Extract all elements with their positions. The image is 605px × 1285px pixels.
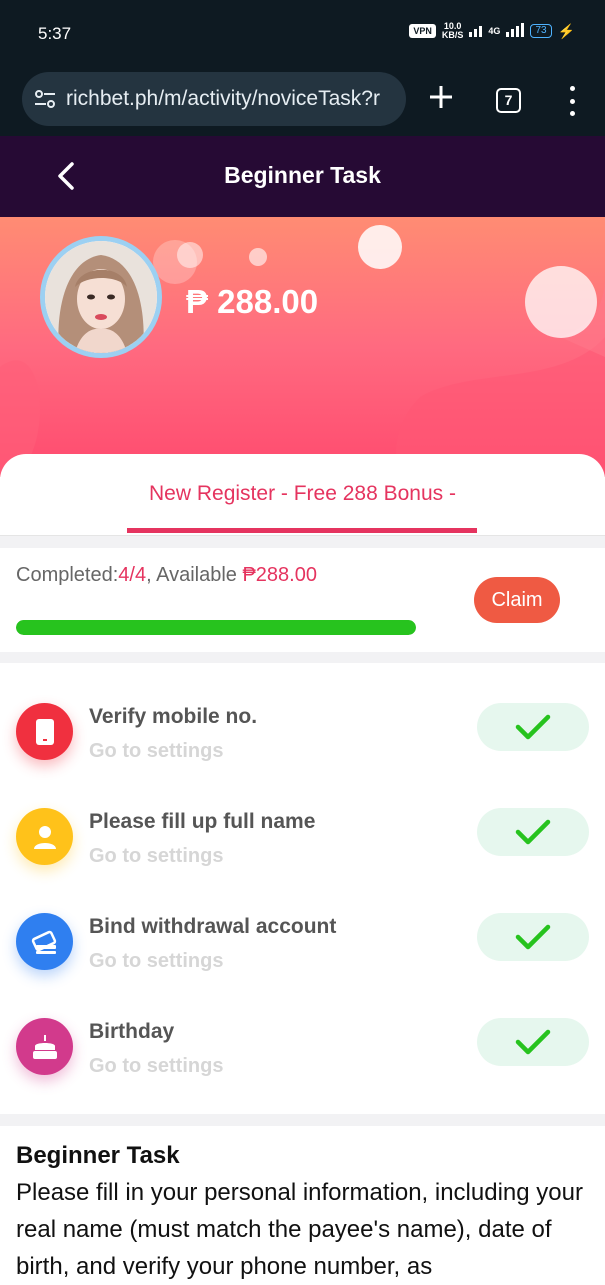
available-label: , Available xyxy=(146,564,243,586)
task-complete-badge xyxy=(477,808,589,856)
claim-button[interactable]: Claim xyxy=(474,577,560,623)
avatar-image xyxy=(45,241,157,353)
task-item-full-name[interactable]: Please fill up full name Go to settings xyxy=(0,768,605,872)
tab-switcher-icon[interactable]: 7 xyxy=(496,88,521,113)
section-divider xyxy=(0,536,605,548)
checkmark-icon xyxy=(515,1029,551,1055)
task-title: Please fill up full name xyxy=(89,810,316,833)
address-bar[interactable]: richbet.ph/m/activity/noviceTask?r xyxy=(22,72,406,126)
task-icon-badge xyxy=(16,703,73,760)
task-link[interactable]: Go to settings xyxy=(89,845,223,868)
battery-icon: 73 xyxy=(530,24,552,38)
task-item-verify-mobile[interactable]: Verify mobile no. Go to settings xyxy=(0,663,605,767)
description-title: Beginner Task xyxy=(16,1142,180,1169)
completed-label: Completed: xyxy=(16,564,119,586)
user-icon xyxy=(33,825,56,849)
url-text[interactable]: richbet.ph/m/activity/noviceTask?r xyxy=(66,87,380,111)
status-bar: 5:37 VPN 10.0 KB/S 4G 73 ⚡ xyxy=(0,0,605,64)
task-complete-badge xyxy=(477,703,589,751)
progress-summary: Completed:4/4, Available ₱288.00 xyxy=(16,564,317,587)
completed-value: 4/4 xyxy=(118,564,147,586)
status-time: 5:37 xyxy=(38,24,72,43)
network-speed-unit: KB/S xyxy=(441,30,464,40)
task-link[interactable]: Go to settings xyxy=(89,740,223,763)
description-body: Please fill in your personal information… xyxy=(16,1179,583,1280)
checkmark-icon xyxy=(515,924,551,950)
vpn-badge: VPN xyxy=(409,24,436,38)
task-complete-badge xyxy=(477,1018,589,1066)
status-indicators: VPN 10.0 KB/S 4G 73 ⚡ xyxy=(409,22,575,40)
task-icon-badge xyxy=(16,808,73,865)
task-icon-badge xyxy=(16,1018,73,1075)
task-item-withdrawal-account[interactable]: Bind withdrawal account Go to settings xyxy=(0,873,605,977)
task-tabs: New Register - Free 288 Bonus - xyxy=(0,454,605,536)
tab-underline xyxy=(127,528,477,533)
task-icon-badge xyxy=(16,913,73,970)
task-description: Beginner Task Please fill in your person… xyxy=(0,1126,605,1280)
progress-section: Completed:4/4, Available ₱288.00 Claim xyxy=(0,548,605,652)
task-title: Verify mobile no. xyxy=(89,705,258,728)
available-value: ₱288.00 xyxy=(242,564,317,586)
card-icon xyxy=(31,930,56,954)
task-item-birthday[interactable]: Birthday Go to settings xyxy=(0,978,605,1082)
task-title: Bind withdrawal account xyxy=(89,915,337,938)
hero-banner: ₱ 288.00 xyxy=(0,217,605,477)
signal-icon xyxy=(469,25,483,37)
cake-icon xyxy=(32,1034,57,1059)
page-title: Beginner Task xyxy=(224,162,381,188)
checkmark-icon xyxy=(515,819,551,845)
app-header: Beginner Task xyxy=(0,136,605,217)
browser-toolbar: richbet.ph/m/activity/noviceTask?r 7 xyxy=(0,64,605,136)
task-link[interactable]: Go to settings xyxy=(89,950,223,973)
task-complete-badge xyxy=(477,913,589,961)
site-settings-icon[interactable] xyxy=(34,89,56,109)
section-divider xyxy=(0,652,605,663)
task-link[interactable]: Go to settings xyxy=(89,1055,223,1078)
avatar xyxy=(40,236,162,358)
section-divider xyxy=(0,1114,605,1126)
tab-new-register[interactable]: New Register - Free 288 Bonus - xyxy=(0,482,605,506)
checkmark-icon xyxy=(515,714,551,740)
phone-icon xyxy=(35,718,54,745)
bonus-balance: ₱ 288.00 xyxy=(186,283,319,320)
signal-icon-2 xyxy=(506,23,525,37)
task-list: Verify mobile no. Go to settings Please … xyxy=(0,663,605,1114)
network-speed: 10.0 KB/S xyxy=(442,22,464,40)
add-tab-icon[interactable] xyxy=(428,84,454,110)
charging-icon: ⚡ xyxy=(557,22,575,39)
more-menu-icon[interactable] xyxy=(566,86,578,116)
progress-fill xyxy=(16,620,416,635)
network-type: 4G xyxy=(488,25,501,36)
progress-bar xyxy=(16,620,416,635)
task-title: Birthday xyxy=(89,1020,175,1043)
